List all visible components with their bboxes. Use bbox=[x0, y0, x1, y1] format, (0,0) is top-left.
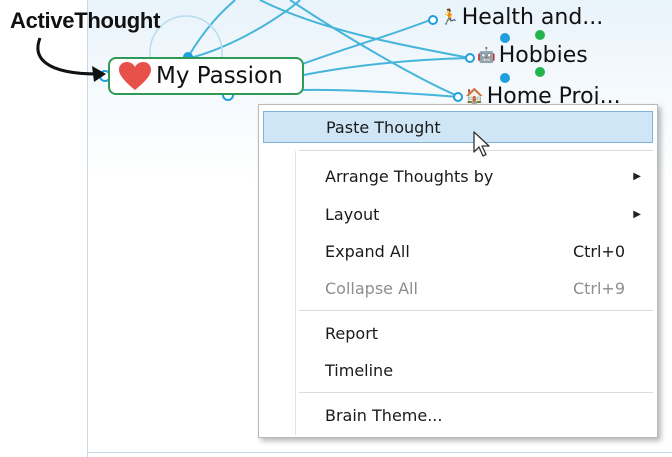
active-thought-label: My Passion bbox=[156, 63, 283, 89]
menu-item-timeline[interactable]: Timeline bbox=[263, 354, 653, 386]
robot-icon: 🤖 bbox=[477, 46, 496, 64]
menu-item-label: Collapse All bbox=[325, 278, 418, 298]
annotation-arrow bbox=[36, 37, 106, 82]
menu-item-brain-theme[interactable]: Brain Theme... bbox=[263, 399, 653, 431]
context-menu: Paste Thought Arrange Thoughts by ▶ Layo… bbox=[258, 104, 658, 438]
submenu-arrow-icon: ▶ bbox=[633, 170, 641, 182]
menu-item-report[interactable]: Report bbox=[263, 317, 653, 349]
menu-separator bbox=[299, 392, 653, 393]
menu-item-layout[interactable]: Layout ▶ bbox=[263, 198, 653, 230]
menu-item-label: Report bbox=[325, 323, 379, 343]
submenu-arrow-icon: ▶ bbox=[633, 208, 641, 220]
menu-item-label: Paste Thought bbox=[326, 117, 441, 137]
menu-item-shortcut: Ctrl+9 bbox=[572, 278, 625, 298]
menu-item-arrange-thoughts-by[interactable]: Arrange Thoughts by ▶ bbox=[263, 160, 653, 192]
menu-separator bbox=[299, 310, 653, 311]
menu-item-label: Brain Theme... bbox=[325, 405, 443, 425]
house-icon: 🏠 bbox=[465, 87, 484, 105]
mouse-cursor-icon bbox=[473, 131, 490, 157]
heart-icon bbox=[119, 62, 151, 90]
thought-health[interactable]: 🏃 Health and... bbox=[440, 5, 603, 30]
menu-item-label: Layout bbox=[325, 204, 380, 224]
thought-label: Hobbies bbox=[498, 43, 588, 68]
menu-item-shortcut: Ctrl+0 bbox=[572, 241, 625, 261]
menu-item-label: Expand All bbox=[325, 241, 410, 261]
person-running-icon: 🏃 bbox=[440, 8, 459, 26]
menu-item-collapse-all[interactable]: Collapse All Ctrl+9 bbox=[263, 272, 653, 304]
thought-hobbies[interactable]: 🤖 Hobbies bbox=[477, 43, 588, 68]
active-thought[interactable]: My Passion bbox=[108, 57, 304, 95]
annotation-label: ActiveThought bbox=[10, 8, 161, 33]
menu-item-label: Arrange Thoughts by bbox=[325, 166, 494, 186]
menu-item-label: Timeline bbox=[325, 360, 394, 380]
thought-label: Health and... bbox=[461, 5, 604, 30]
menu-item-paste-thought[interactable]: Paste Thought bbox=[263, 111, 653, 143]
menu-item-expand-all[interactable]: Expand All Ctrl+0 bbox=[263, 235, 653, 267]
